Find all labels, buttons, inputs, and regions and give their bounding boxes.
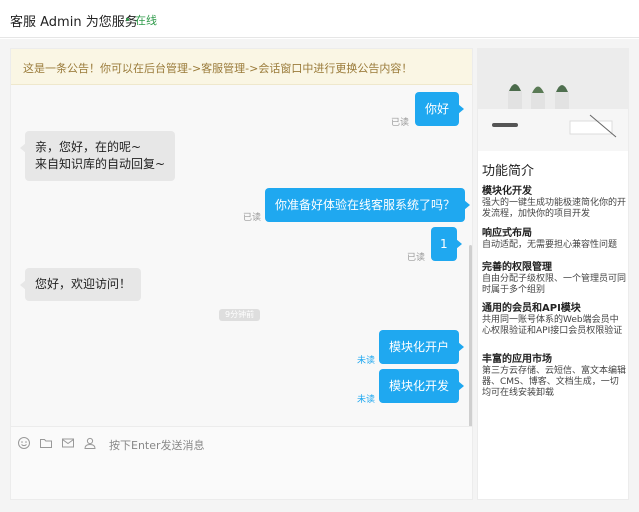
message-bubble-sent[interactable]: 1 [431,227,462,261]
time-divider: 9分钟前 [219,309,261,321]
feature-item: 丰富的应用市场 第三方云存储、云短信、富文本编辑器、CMS、博客、文档生成，一切… [482,354,626,399]
read-status: 已读 [407,253,426,263]
chat-panel: 这是一条公告！你可以在后台管理->客服管理->会话窗口中进行更换公告内容！ 你好… [10,48,473,500]
message-list[interactable]: 你好 已读 亲，您好，在的呢~ 来自知识库的自动回复~ 你准备好体验在线客服系统… [11,85,472,459]
message-bubble-received[interactable]: 您好，欢迎访问！ [19,268,142,301]
feature-title: 响应式布局 [482,228,532,239]
message-line: 亲，您好，在的呢~ [35,140,142,154]
sidebar-title: 功能简介 [482,164,535,179]
online-status: 在线 [135,14,157,27]
feature-title: 丰富的应用市场 [482,354,552,365]
feature-title: 完善的权限管理 [482,262,552,273]
folder-icon[interactable] [39,436,53,450]
header-title: 客服 Admin 为您服务 [10,15,138,30]
message-input-hint[interactable]: 按下Enter发送消息 [109,437,205,453]
chat-header: 客服 Admin 为您服务 在线 [0,0,639,38]
message-bubble-sent[interactable]: 你准备好体验在线客服系统了吗？ [265,188,471,222]
unread-status: 未读 [357,356,376,366]
emoji-icon[interactable] [17,436,31,450]
message-bubble-sent[interactable]: 模块化开户 [379,330,465,364]
mail-icon[interactable] [61,436,75,450]
feature-title: 通用的会员和API模块 [482,303,581,314]
announcement-text: 这是一条公告！你可以在后台管理->客服管理->会话窗口中进行更换公告内容！ [23,62,413,75]
feature-item: 完善的权限管理 自由分配子级权限、一个管理员可同时属于多个组别 [482,262,626,296]
message-composer[interactable]: 按下Enter发送消息 [11,426,472,499]
message-bubble-received[interactable]: 亲，您好，在的呢~ 来自知识库的自动回复~ [19,131,176,181]
feature-item: 通用的会员和API模块 共用同一账号体系的Web端会员中心权限验证和API接口会… [482,303,626,337]
feature-desc: 自由分配子级权限、一个管理员可同时属于多个组别 [482,274,627,295]
online-dot-icon [126,18,129,21]
feature-item: 模块化开发 强大的一键生成功能极速简化你的开发流程，加快你的项目开发 [482,186,626,220]
read-status: 已读 [243,213,262,223]
announcement-bar: 这是一条公告！你可以在后台管理->客服管理->会话窗口中进行更换公告内容！ [11,49,472,85]
message-line: 来自知识库的自动回复~ [35,157,166,171]
banner-image [478,49,628,151]
unread-status: 未读 [357,395,376,405]
feature-desc: 自动适配，无需要担心兼容性问题 [482,240,618,250]
feature-sidebar: 功能简介 模块化开发 强大的一键生成功能极速简化你的开发流程，加快你的项目开发 … [477,48,629,500]
read-status: 已读 [391,118,410,128]
feature-desc: 共用同一账号体系的Web端会员中心权限验证和API接口会员权限验证 [482,315,623,336]
message-bubble-sent[interactable]: 模块化开发 [379,369,465,403]
feature-item: 响应式布局 自动适配，无需要担心兼容性问题 [482,228,626,251]
feature-desc: 第三方云存储、云短信、富文本编辑器、CMS、博客、文档生成，一切均可在线安装卸载 [482,366,627,398]
feature-desc: 强大的一键生成功能极速简化你的开发流程，加快你的项目开发 [482,198,627,219]
message-bubble-sent[interactable]: 你好 [415,92,465,126]
support-agent-icon[interactable] [83,436,97,450]
feature-title: 模块化开发 [482,186,532,197]
